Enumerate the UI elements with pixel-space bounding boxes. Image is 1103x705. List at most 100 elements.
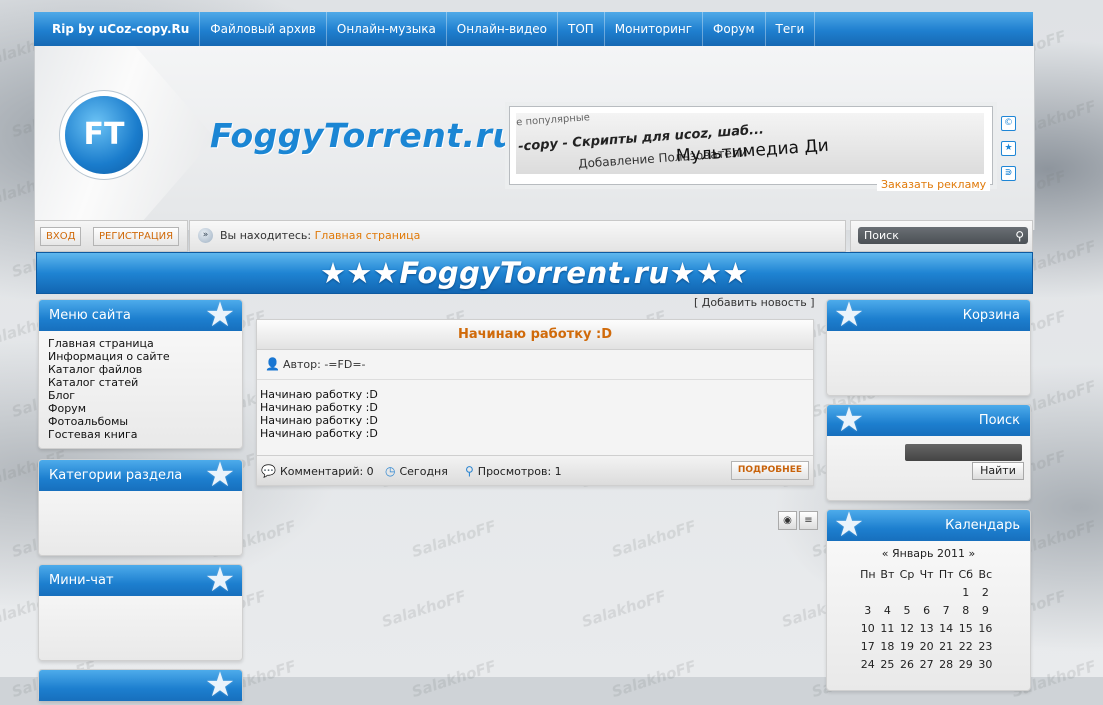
order-ad-link[interactable]: Заказать рекламу [877, 178, 991, 191]
user-icon: 👤 [265, 357, 280, 371]
favorite-star-icon[interactable]: ★ [1001, 141, 1016, 156]
calendar-day[interactable]: 2 [976, 583, 996, 601]
cart-block: ★ Корзина [826, 295, 1031, 396]
calendar-day[interactable]: 4 [878, 601, 898, 619]
calendar-grid: Пн Вт Ср Чт Пт Сб Вс 1 2 3 4 5 6 7 8 9 10 11 12 13 14 15 16 17 1… [858, 565, 995, 673]
block-header: ★ Корзина [827, 295, 1030, 335]
menu-item[interactable]: Фотоальбомы [48, 415, 170, 428]
ad-image[interactable]: ее популярные -copy - Скрипты для ucoz, … [516, 113, 984, 174]
post-title[interactable]: Начинаю работку :D [257, 320, 813, 350]
calendar-weekday: Вт [880, 567, 895, 581]
menu-item[interactable]: Каталог файлов [48, 363, 170, 376]
calendar-day[interactable]: 28 [936, 655, 956, 673]
calendar-day[interactable]: 26 [897, 655, 917, 673]
nav-item[interactable]: Файловый архив [200, 12, 327, 46]
calendar-day[interactable]: 24 [858, 655, 878, 673]
calendar-weekday: Пн [860, 567, 876, 581]
post-comments[interactable]: 💬 Комментарий: 0 [261, 464, 374, 478]
calendar-weekday: Чт [919, 567, 934, 581]
nav-item[interactable]: Онлайн-музыка [327, 12, 447, 46]
nav-item[interactable]: ТОП [558, 12, 605, 46]
calendar-week: 12 [858, 583, 995, 601]
list-view-icon[interactable]: ≡ [799, 511, 818, 530]
star-icon: ★ [204, 455, 236, 495]
calendar-day[interactable]: 8 [956, 601, 976, 619]
search-input[interactable] [905, 444, 1022, 461]
calendar-day[interactable]: 14 [936, 619, 956, 637]
post-views: ⚲ Просмотров: 1 [465, 464, 562, 478]
search-icon[interactable]: ⚲ [1015, 228, 1024, 245]
menu-item[interactable]: Блог [48, 389, 170, 402]
calendar-block: ★ Календарь « Январь 2011 » Пн Вт Ср Чт Пт Сб… [826, 505, 1031, 691]
calendar-day[interactable]: 17 [858, 637, 878, 655]
calendar-day[interactable]: 10 [858, 619, 878, 637]
calendar-month-nav[interactable]: « Январь 2011 » [827, 547, 1030, 560]
logo-icon[interactable]: FT [65, 96, 143, 174]
calendar-day[interactable]: 6 [917, 601, 937, 619]
top-search-input[interactable]: Поиск ⚲ [858, 227, 1028, 244]
search-button[interactable]: Найти [972, 462, 1024, 480]
news-post: Начинаю работку :D 👤 Автор: -=FD=- Начина… [256, 319, 814, 486]
breadcrumb: » Вы находитесь: Главная страница [189, 220, 846, 252]
left-block-next: ★ [38, 668, 243, 702]
calendar-day [858, 583, 878, 601]
calendar-day [936, 583, 956, 601]
nav-item[interactable]: Онлайн-видео [447, 12, 558, 46]
calendar-day[interactable]: 16 [976, 619, 996, 637]
register-button[interactable]: РЕГИСТРАЦИЯ [93, 227, 180, 246]
calendar-day[interactable]: 12 [897, 619, 917, 637]
menu-item[interactable]: Каталог статей [48, 376, 170, 389]
calendar-week: 17 18 19 20 21 22 23 [858, 637, 995, 655]
read-more-button[interactable]: ПОДРОБНЕЕ [730, 461, 809, 480]
nav-item[interactable]: Мониторинг [605, 12, 704, 46]
calendar-day[interactable]: 29 [956, 655, 976, 673]
calendar-day[interactable]: 1 [956, 583, 976, 601]
calendar-day[interactable]: 27 [917, 655, 937, 673]
calendar-day[interactable]: 25 [878, 655, 898, 673]
calendar-day[interactable]: 18 [878, 637, 898, 655]
calendar-day[interactable]: 19 [897, 637, 917, 655]
calendar-day[interactable]: 7 [936, 601, 956, 619]
calendar-day[interactable]: 11 [878, 619, 898, 637]
calendar-day[interactable]: 30 [976, 655, 996, 673]
post-date-text: Сегодня [399, 465, 448, 478]
star-icon: ★ [833, 295, 865, 335]
block-header: Категории раздела ★ [39, 455, 242, 495]
calendar-day[interactable]: 3 [858, 601, 878, 619]
menu-item[interactable]: Информация о сайте [48, 350, 170, 363]
site-logo-text[interactable]: FoggyTorrent.ru [210, 116, 516, 155]
block-title: Меню сайта [49, 308, 131, 323]
post-date: ◷ Сегодня [385, 464, 448, 478]
ad-image-text: ее популярные [516, 113, 591, 129]
nav-item[interactable]: Теги [766, 12, 816, 46]
menu-item[interactable]: Форум [48, 402, 170, 415]
calendar-day[interactable]: 23 [976, 637, 996, 655]
login-bar: ВХОД РЕГИСТРАЦИЯ » Вы находитесь: Главна… [34, 220, 1033, 252]
divider [257, 379, 813, 380]
menu-item[interactable]: Гостевая книга [48, 428, 170, 441]
block-title: Календарь [945, 518, 1020, 533]
nav-item[interactable]: Форум [703, 12, 766, 46]
calendar-day[interactable]: 9 [976, 601, 996, 619]
calendar-day[interactable]: 13 [917, 619, 937, 637]
breadcrumb-home-link[interactable]: Главная страница [315, 229, 421, 242]
menu-item[interactable]: Главная страница [48, 337, 170, 350]
ad-banner[interactable]: ее популярные -copy - Скрипты для ucoz, … [509, 106, 993, 185]
copyright-icon[interactable]: © [1001, 116, 1016, 131]
login-button[interactable]: ВХОД [40, 227, 82, 246]
calendar-day[interactable]: 15 [956, 619, 976, 637]
block-header: Мини-чат ★ [39, 563, 242, 597]
search-block: ★ Поиск Найти [826, 403, 1031, 501]
nav-brand-link[interactable]: Rip by uCoz-copy.Ru [34, 12, 201, 46]
calendar-day[interactable]: 22 [956, 637, 976, 655]
breadcrumb-arrow-icon: » [198, 228, 213, 243]
post-footer: 💬 Комментарий: 0 ◷ Сегодня ⚲ Просмотров: 1 … [257, 455, 813, 485]
star-icon: ★ [833, 505, 865, 545]
calendar-day[interactable]: 20 [917, 637, 937, 655]
calendar-day[interactable]: 5 [897, 601, 917, 619]
add-news-link[interactable]: [ Добавить новость ] [694, 296, 815, 309]
block-title: Корзина [962, 308, 1020, 323]
eye-icon[interactable]: ◉ [778, 511, 797, 530]
calendar-day[interactable]: 21 [936, 637, 956, 655]
rss-icon[interactable]: ⋑ [1001, 166, 1016, 181]
